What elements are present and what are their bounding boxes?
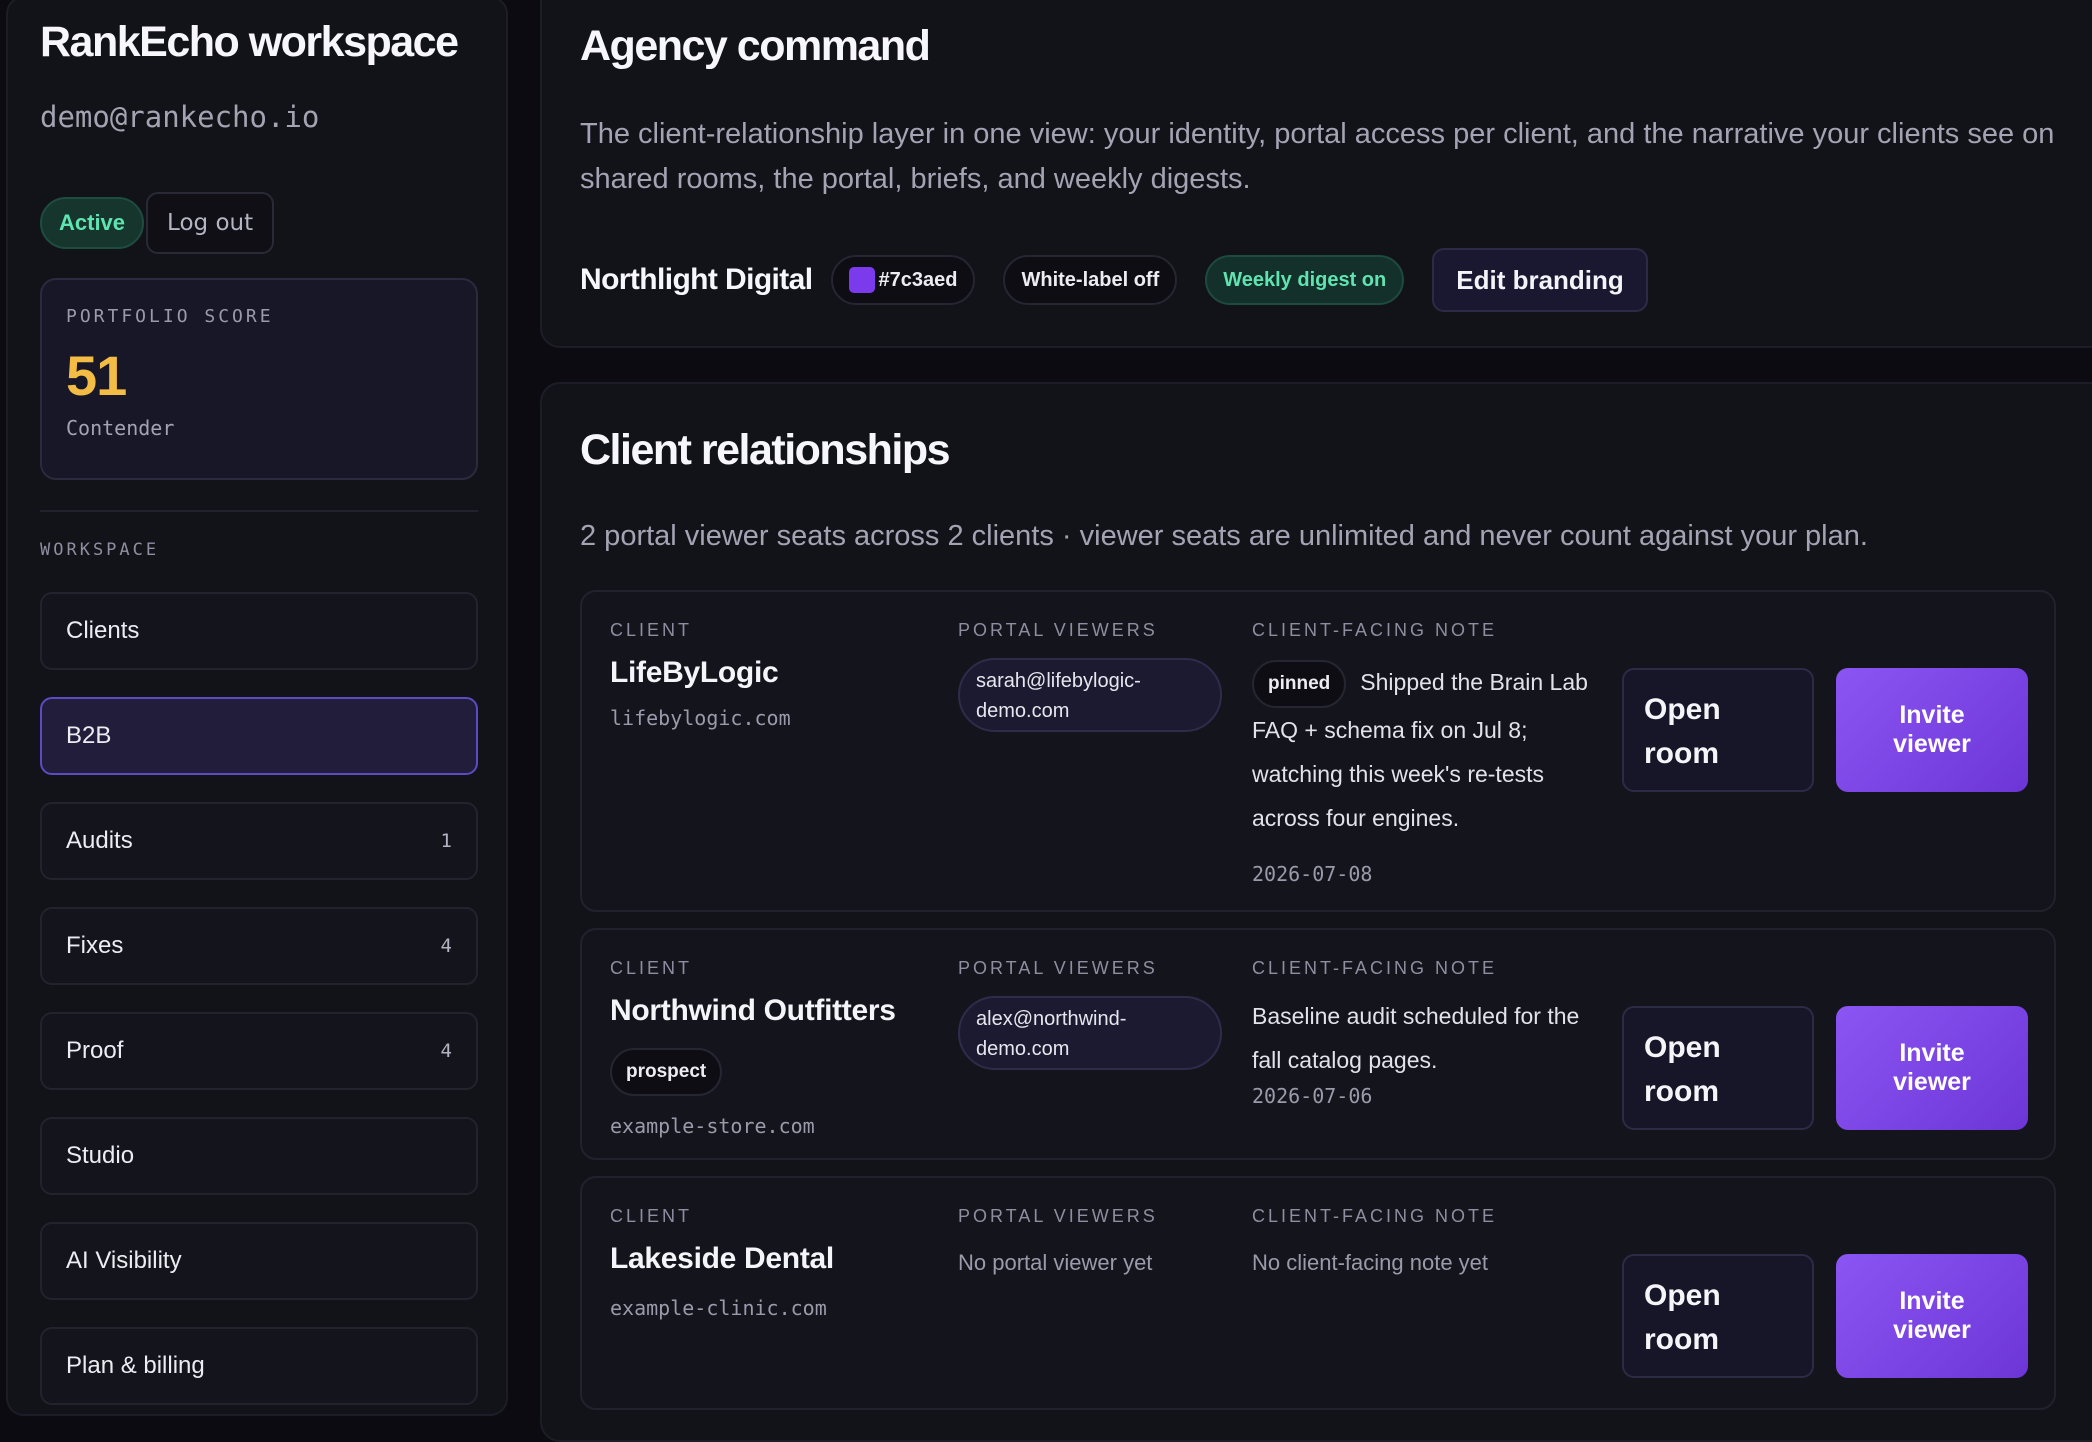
account-status-row: Active Log out: [40, 192, 275, 254]
note-column-label: CLIENT-FACING NOTE: [1252, 958, 1498, 978]
client-domain: example-clinic.com: [610, 1296, 827, 1320]
edit-branding-button[interactable]: Edit branding: [1432, 248, 1648, 312]
open-room-button[interactable]: Open room: [1622, 1006, 1814, 1130]
brand-color-swatch: [848, 267, 875, 293]
client-card-northwind-outfitters: CLIENT PORTAL VIEWERS CLIENT-FACING NOTE…: [580, 928, 2056, 1160]
sidebar-item-label: Clients: [66, 617, 140, 644]
sidebar-item-proof[interactable]: Proof 4: [40, 1012, 478, 1090]
sidebar-item-label: B2B: [66, 722, 112, 749]
sidebar-item-studio[interactable]: Studio: [40, 1117, 478, 1195]
note-column-label: CLIENT-FACING NOTE: [1252, 1206, 1498, 1226]
agency-name: Northlight Digital: [580, 263, 813, 296]
portal-viewer-chip[interactable]: alex@northwind-demo.com: [958, 996, 1222, 1070]
sidebar-item-label: Fixes: [66, 932, 124, 959]
sidebar-item-clients[interactable]: Clients: [40, 592, 478, 670]
sidebar-item-ai-visibility[interactable]: AI Visibility: [40, 1222, 478, 1300]
open-room-button[interactable]: Open room: [1622, 1254, 1814, 1378]
sidebar-item-fixes[interactable]: Fixes 4: [40, 907, 478, 985]
no-note-text: No client-facing note yet: [1252, 1250, 1489, 1275]
section-title: Client relationships: [580, 426, 951, 474]
sidebar-divider: [40, 510, 478, 512]
pinned-badge: pinned: [1252, 660, 1347, 708]
note-text: Baseline audit scheduled for the fall ca…: [1252, 1003, 1580, 1073]
sidebar-item-label: Studio: [66, 1142, 135, 1169]
client-card-lifebylogic: CLIENT PORTAL VIEWERS CLIENT-FACING NOTE…: [580, 590, 2056, 912]
workspace-section-label: WORKSPACE: [40, 540, 160, 560]
score-label: PORTFOLIO SCORE: [66, 306, 274, 327]
weekly-digest-chip: Weekly digest on: [1205, 255, 1405, 305]
invite-viewer-button[interactable]: Invite viewer: [1836, 1254, 2028, 1378]
account-email: demo@rankecho.io: [40, 100, 320, 134]
status-badge: Active: [40, 197, 145, 249]
sidebar-item-label: Audits: [66, 827, 133, 854]
logout-button[interactable]: Log out: [146, 192, 275, 254]
note-date: 2026-07-06: [1252, 1084, 1373, 1108]
invite-viewer-button[interactable]: Invite viewer: [1836, 668, 2028, 792]
client-domain: lifebylogic.com: [610, 706, 791, 730]
sidebar-item-count: 1: [440, 830, 452, 852]
client-column-label: CLIENT: [610, 1206, 693, 1226]
client-name: Northwind Outfitters: [610, 994, 896, 1027]
seats-summary: 2 portal viewer seats across 2 clients ·…: [580, 520, 1868, 552]
agency-intro: The client-relationship layer in one vie…: [580, 118, 2055, 195]
sidebar-item-b2b[interactable]: B2B: [40, 697, 478, 775]
sidebar-item-plan-billing[interactable]: Plan & billing: [40, 1327, 478, 1405]
sidebar-item-count: 4: [440, 935, 452, 957]
brand-color-value: #7c3aed: [878, 268, 958, 291]
viewers-column-label: PORTAL VIEWERS: [958, 620, 1158, 640]
client-domain: example-store.com: [610, 1114, 815, 1138]
brand-color-chip: #7c3aed: [830, 255, 976, 305]
client-name: LifeByLogic: [610, 656, 779, 689]
client-relationships-panel: Client relationships 2 portal viewer sea…: [540, 382, 2092, 1442]
page-title: Agency command: [580, 22, 931, 70]
white-label-chip: White-label off: [1003, 255, 1178, 305]
sidebar-item-audits[interactable]: Audits 1: [40, 802, 478, 880]
sidebar-item-label: Plan & billing: [66, 1352, 205, 1379]
client-card-lakeside-dental: CLIENT PORTAL VIEWERS CLIENT-FACING NOTE…: [580, 1176, 2056, 1410]
workspace-title: RankEcho workspace: [40, 18, 459, 66]
sidebar-item-label: AI Visibility: [66, 1247, 182, 1274]
sidebar-item-count: 4: [440, 1040, 452, 1062]
score-value: 51: [66, 344, 127, 407]
portal-viewer-chip[interactable]: sarah@lifebylogic-demo.com: [958, 658, 1222, 732]
branding-row: Northlight Digital #7c3aed White-label o…: [580, 248, 1648, 312]
agency-command-panel: Agency command The client-relationship l…: [540, 0, 2092, 348]
no-viewer-text: No portal viewer yet: [958, 1250, 1153, 1275]
prospect-badge: prospect: [610, 1048, 723, 1096]
client-column-label: CLIENT: [610, 958, 693, 978]
sidebar-item-label: Proof: [66, 1037, 124, 1064]
client-name: Lakeside Dental: [610, 1242, 834, 1275]
invite-viewer-button[interactable]: Invite viewer: [1836, 1006, 2028, 1130]
note-date: 2026-07-08: [1252, 862, 1373, 886]
viewers-column-label: PORTAL VIEWERS: [958, 1206, 1158, 1226]
viewers-column-label: PORTAL VIEWERS: [958, 958, 1158, 978]
client-facing-note: pinned Shipped the Brain Lab FAQ + schema…: [1252, 660, 1598, 840]
portfolio-score-card: PORTFOLIO SCORE 51 Contender: [40, 278, 478, 480]
workspace-nav: Clients B2B Audits 1 Fixes 4 Proof 4 Stu…: [40, 592, 478, 1432]
sidebar: RankEcho workspace demo@rankecho.io Acti…: [6, 0, 508, 1416]
client-column-label: CLIENT: [610, 620, 693, 640]
score-tier: Contender: [66, 416, 175, 440]
open-room-button[interactable]: Open room: [1622, 668, 1814, 792]
note-column-label: CLIENT-FACING NOTE: [1252, 620, 1498, 640]
